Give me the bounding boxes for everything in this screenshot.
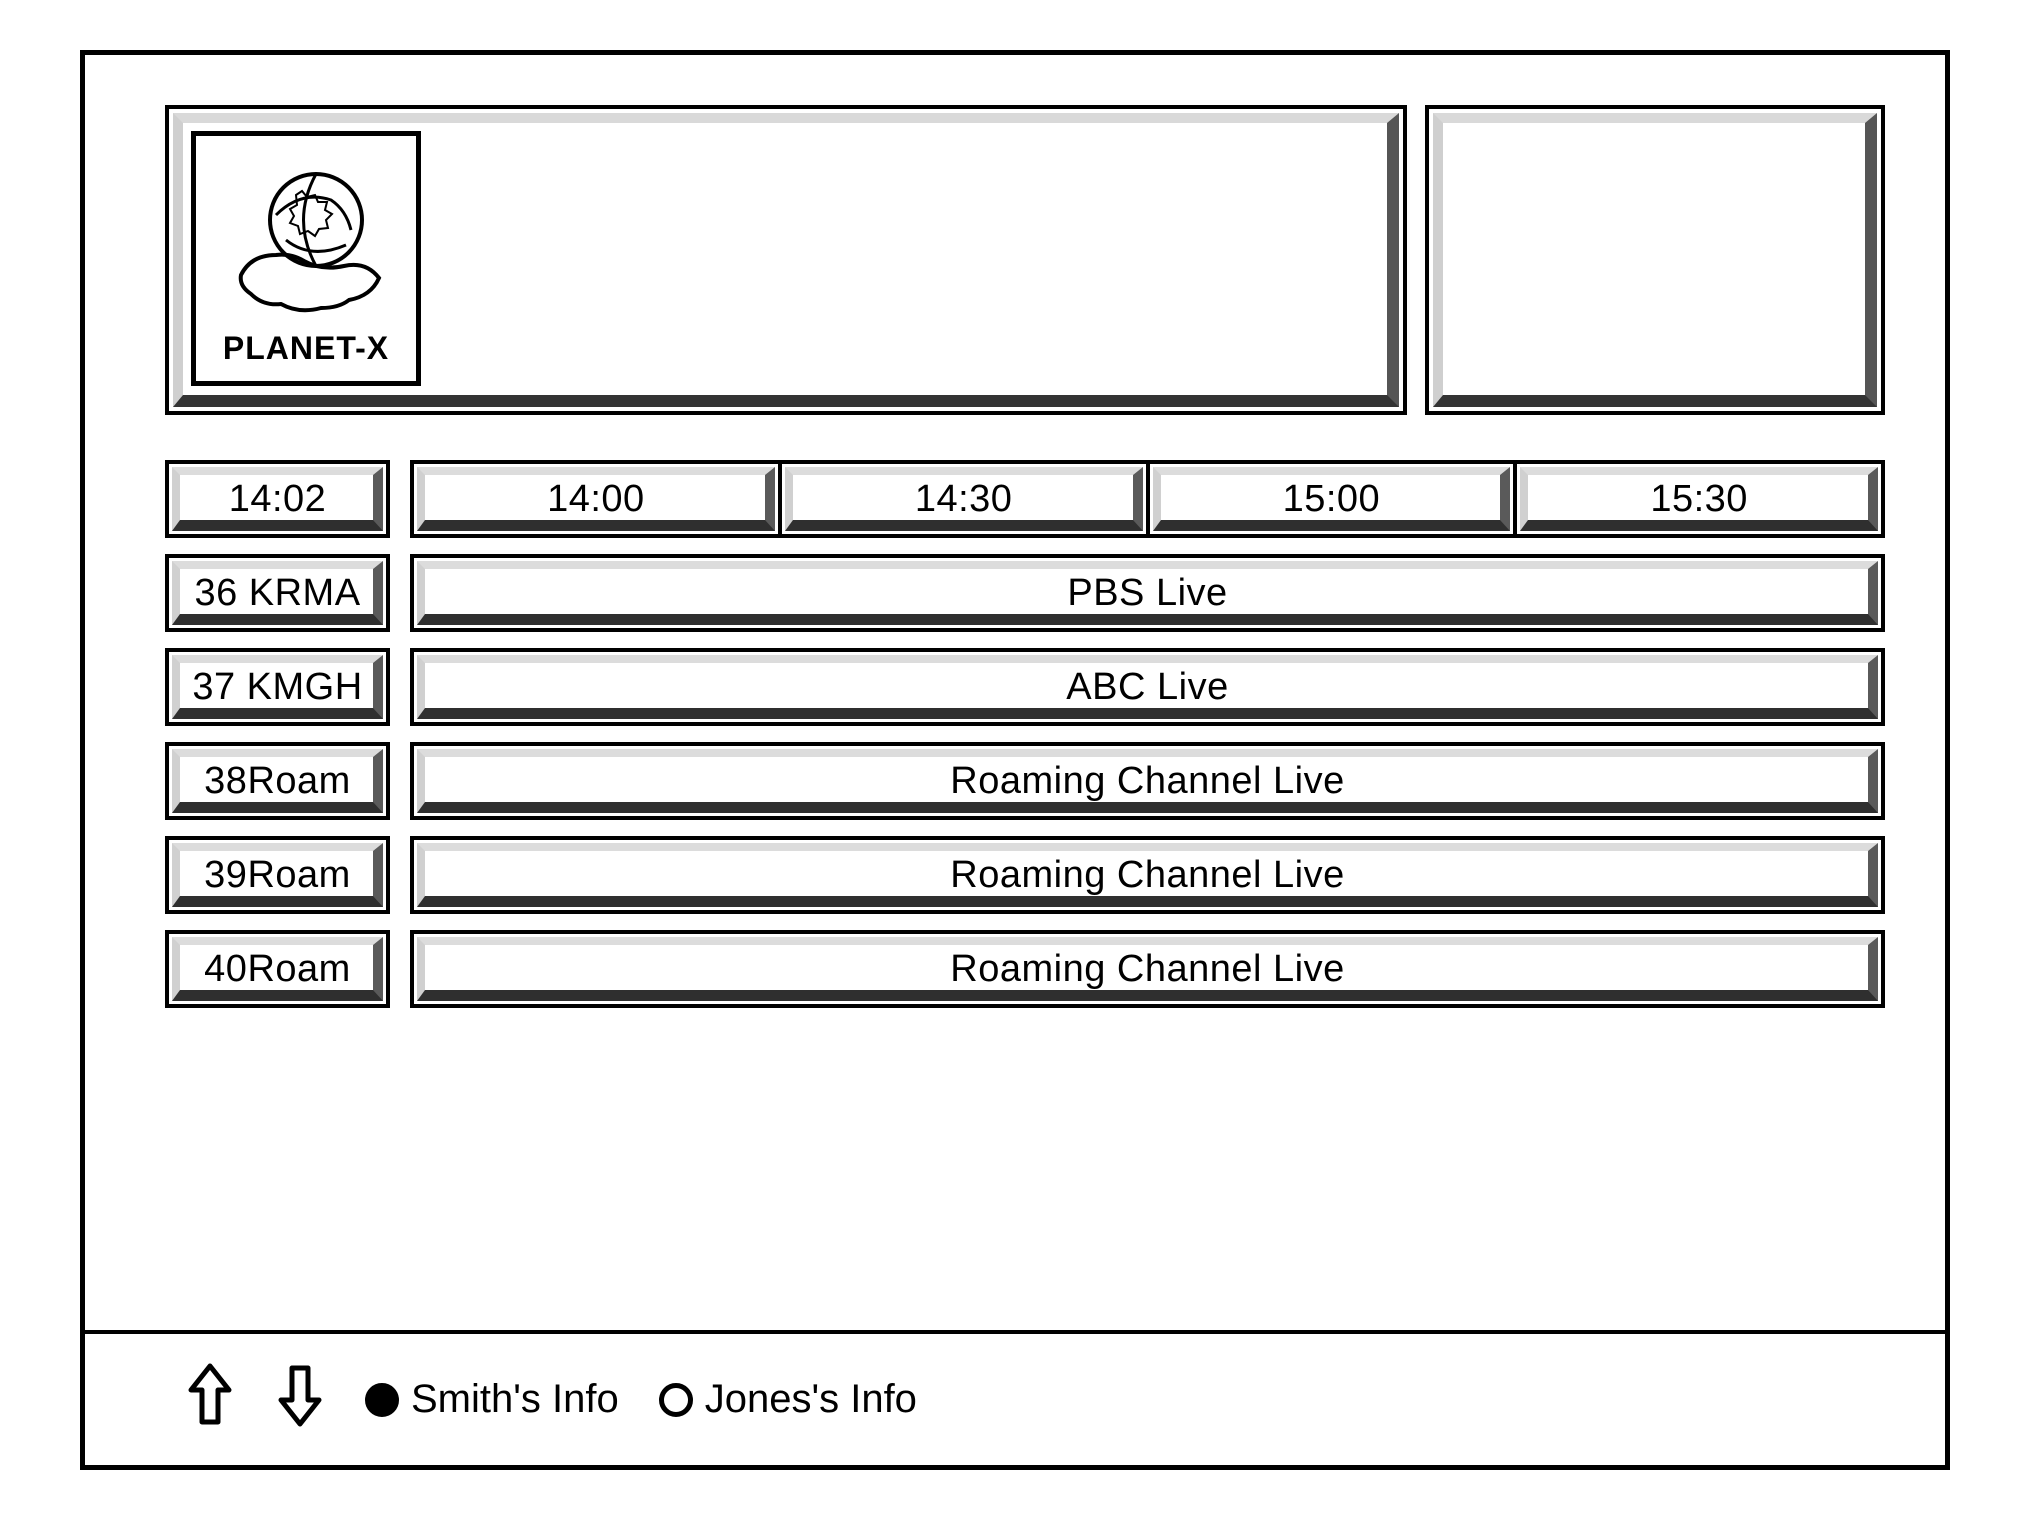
program-cell[interactable]: Roaming Channel Live bbox=[410, 930, 1885, 1008]
time-slot-1[interactable]: 14:30 bbox=[778, 460, 1150, 538]
time-slot-group: 14:00 14:30 15:00 15:30 bbox=[410, 460, 1885, 538]
program-cell[interactable]: ABC Live bbox=[410, 648, 1885, 726]
header-side-panel bbox=[1425, 105, 1885, 415]
time-header-row: 14:02 14:00 14:30 15:00 15:30 bbox=[165, 460, 1885, 538]
logo-label: PLANET-X bbox=[223, 330, 389, 367]
channel-cell[interactable]: 37 KMGH bbox=[165, 648, 390, 726]
guide-row-2: 38Roam Roaming Channel Live bbox=[165, 742, 1885, 820]
program-cell[interactable]: Roaming Channel Live bbox=[410, 836, 1885, 914]
planet-logo-icon bbox=[221, 160, 391, 320]
current-time-cell[interactable]: 14:02 bbox=[165, 460, 390, 538]
content-area: PLANET-X 14:02 14:00 14:30 15:00 15:30 3… bbox=[85, 55, 1945, 1008]
footer-bar: Smith's Info Jones's Info bbox=[85, 1330, 1945, 1465]
guide-row-1: 37 KMGH ABC Live bbox=[165, 648, 1885, 726]
channel-cell[interactable]: 39Roam bbox=[165, 836, 390, 914]
info-option-a[interactable]: Smith's Info bbox=[365, 1377, 619, 1422]
header-main-panel: PLANET-X bbox=[165, 105, 1407, 415]
program-cell[interactable]: PBS Live bbox=[410, 554, 1885, 632]
scroll-up-button[interactable] bbox=[185, 1365, 235, 1435]
time-slot-0[interactable]: 14:00 bbox=[410, 460, 782, 538]
arrow-down-icon bbox=[277, 1362, 323, 1438]
guide-row-3: 39Roam Roaming Channel Live bbox=[165, 836, 1885, 914]
channel-cell[interactable]: 38Roam bbox=[165, 742, 390, 820]
scroll-down-button[interactable] bbox=[275, 1365, 325, 1435]
radio-selected-icon bbox=[365, 1383, 399, 1417]
guide-row-4: 40Roam Roaming Channel Live bbox=[165, 930, 1885, 1008]
radio-unselected-icon bbox=[659, 1383, 693, 1417]
logo-box[interactable]: PLANET-X bbox=[191, 131, 421, 386]
info-option-a-label: Smith's Info bbox=[411, 1377, 619, 1422]
tv-guide-screen: PLANET-X 14:02 14:00 14:30 15:00 15:30 3… bbox=[80, 50, 1950, 1470]
arrow-up-icon bbox=[187, 1362, 233, 1438]
header-row: PLANET-X bbox=[165, 105, 1885, 415]
guide-row-0: 36 KRMA PBS Live bbox=[165, 554, 1885, 632]
time-slot-2[interactable]: 15:00 bbox=[1146, 460, 1518, 538]
info-option-b-label: Jones's Info bbox=[705, 1377, 917, 1422]
time-slot-3[interactable]: 15:30 bbox=[1513, 460, 1885, 538]
channel-cell[interactable]: 36 KRMA bbox=[165, 554, 390, 632]
program-cell[interactable]: Roaming Channel Live bbox=[410, 742, 1885, 820]
channel-cell[interactable]: 40Roam bbox=[165, 930, 390, 1008]
program-grid: 14:02 14:00 14:30 15:00 15:30 36 KRMA PB… bbox=[165, 460, 1885, 1008]
info-option-b[interactable]: Jones's Info bbox=[659, 1377, 917, 1422]
